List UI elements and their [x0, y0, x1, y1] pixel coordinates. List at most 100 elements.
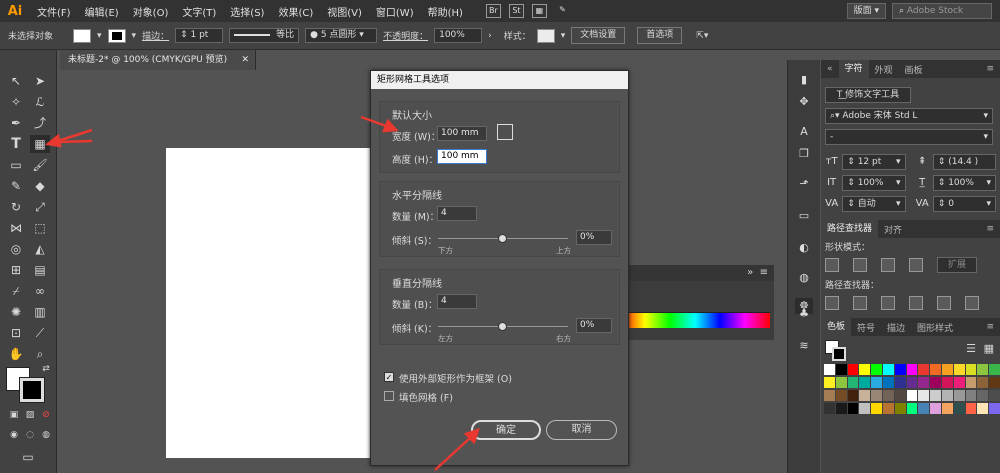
swatch[interactable]: [824, 403, 835, 414]
shaper-tool-icon[interactable]: ✎: [6, 177, 26, 195]
swatch[interactable]: [894, 403, 906, 414]
slice-tool-icon[interactable]: ⟋: [30, 324, 50, 342]
height-input[interactable]: 100 mm: [437, 149, 487, 164]
vertical-scale-field[interactable]: ⇕ 100% ▾: [842, 174, 906, 191]
ok-button[interactable]: 确定: [471, 420, 541, 440]
menu-object[interactable]: 对象(O): [126, 4, 176, 19]
swatch[interactable]: [965, 364, 977, 375]
selection-tool-icon[interactable]: ↖: [6, 72, 26, 90]
font-family-field[interactable]: ⌕▾ Adobe 宋体 Std L ▾: [825, 107, 993, 124]
swatch[interactable]: [918, 390, 930, 401]
swatch[interactable]: [847, 364, 859, 375]
swatch[interactable]: [977, 377, 989, 388]
stroke-swatch[interactable]: [107, 28, 126, 43]
layers-icon[interactable]: ≋: [795, 338, 813, 354]
blend-tool-icon[interactable]: ∞: [30, 282, 50, 300]
cancel-button[interactable]: 取消: [546, 420, 617, 440]
exclude-icon[interactable]: [909, 258, 923, 272]
graphic-style-swatch[interactable]: [536, 28, 555, 43]
lasso-tool-icon[interactable]: ℒ: [30, 93, 50, 111]
stock-button[interactable]: St: [508, 4, 524, 18]
swatch[interactable]: [894, 377, 906, 388]
touch-type-tool-button[interactable]: T͟ 修饰文字工具: [825, 86, 911, 103]
panel-collapse-icon[interactable]: «: [821, 64, 839, 74]
opacity-label[interactable]: 不透明度：: [383, 29, 428, 42]
swatch[interactable]: [989, 403, 1000, 414]
free-transform-tool-icon[interactable]: ⬚: [30, 219, 50, 237]
stroke-color-box[interactable]: [19, 377, 45, 403]
variable-width-profile[interactable]: 等比: [229, 28, 300, 43]
symbol-sprayer-tool-icon[interactable]: ✺: [6, 303, 26, 321]
tab-pathfinder[interactable]: 路径查找器: [821, 220, 879, 238]
swatch[interactable]: [859, 364, 871, 375]
swatch[interactable]: [918, 377, 930, 388]
list-view-icon[interactable]: ☰: [966, 342, 976, 355]
tab-artboards[interactable]: 画板: [899, 63, 929, 76]
tab-stroke[interactable]: 描边: [881, 321, 911, 334]
tab-graphic-styles[interactable]: 图形样式: [911, 321, 959, 334]
swatch[interactable]: [965, 390, 977, 401]
scale-tool-icon[interactable]: ⤢: [30, 198, 50, 216]
swatch[interactable]: [930, 390, 941, 401]
tracking-field[interactable]: ⇕ 0 ▾: [932, 195, 996, 212]
swatch[interactable]: [906, 364, 918, 375]
character-icon[interactable]: A: [795, 124, 813, 140]
artboard-tool-icon[interactable]: ⊡: [6, 324, 26, 342]
stroke-dropdown-icon[interactable]: ▾: [132, 31, 137, 41]
swatch[interactable]: [918, 364, 930, 375]
style-dropdown-icon[interactable]: ▾: [561, 31, 566, 41]
tab-character[interactable]: 字符: [838, 60, 869, 78]
vertical-skew-input[interactable]: 0%: [576, 318, 612, 333]
gpu-performance-icon[interactable]: ✎: [555, 4, 570, 18]
curvature-tool-icon[interactable]: ⤴: [30, 114, 50, 132]
rectangle-tool-icon[interactable]: ▭: [6, 156, 26, 174]
tab-align[interactable]: 对齐: [878, 223, 908, 236]
gradient-panel-header[interactable]: » ≡: [616, 265, 774, 281]
swatch[interactable]: [835, 390, 847, 401]
swatch[interactable]: [906, 377, 918, 388]
outline-icon[interactable]: [937, 296, 951, 310]
horizontal-skew-thumb[interactable]: [498, 234, 507, 243]
swatch-stroke-preview[interactable]: [832, 347, 846, 361]
swatch[interactable]: [906, 390, 918, 401]
swatch[interactable]: [835, 403, 847, 414]
artboard[interactable]: [166, 148, 373, 458]
swatch[interactable]: [977, 403, 989, 414]
divide-icon[interactable]: [825, 296, 839, 310]
pen-tool-icon[interactable]: ✒: [6, 114, 26, 132]
swatch[interactable]: [871, 403, 882, 414]
pathfinder-menu-icon[interactable]: ≡: [980, 224, 1000, 234]
swatch[interactable]: [930, 364, 941, 375]
minus-front-icon[interactable]: [853, 258, 867, 272]
swatch[interactable]: [930, 377, 941, 388]
swatch[interactable]: [941, 403, 953, 414]
menu-view[interactable]: 视图(V): [320, 4, 369, 19]
swatch[interactable]: [824, 377, 835, 388]
direct-selection-tool-icon[interactable]: ➤: [30, 72, 50, 90]
swatch[interactable]: [918, 403, 930, 414]
swatch[interactable]: [977, 390, 989, 401]
draw-inside-icon[interactable]: ◍: [36, 426, 56, 444]
arrange-icon[interactable]: ⇱▾: [696, 31, 708, 41]
swatch[interactable]: [882, 390, 894, 401]
horizontal-count-input[interactable]: 4: [437, 206, 477, 221]
swatch[interactable]: [953, 364, 965, 375]
menu-type[interactable]: 文字(T): [175, 4, 223, 19]
swatch[interactable]: [953, 390, 965, 401]
bridge-button[interactable]: Br: [485, 4, 501, 18]
tab-swatches[interactable]: 色板: [821, 318, 852, 336]
fill-grid-label[interactable]: 填色网格 (F): [399, 390, 453, 404]
swatch[interactable]: [894, 390, 906, 401]
swatch[interactable]: [989, 377, 1000, 388]
vertical-skew-thumb[interactable]: [498, 322, 507, 331]
properties-icon[interactable]: ❐: [795, 146, 813, 162]
swatch[interactable]: [859, 377, 871, 388]
swatch[interactable]: [989, 364, 1000, 375]
magic-wand-tool-icon[interactable]: ✧: [6, 93, 26, 111]
swatch[interactable]: [847, 377, 859, 388]
swatch[interactable]: [965, 377, 977, 388]
swatch[interactable]: [882, 403, 894, 414]
transparency-icon[interactable]: ◐: [795, 240, 813, 256]
swatch[interactable]: [989, 390, 1000, 401]
vertical-count-input[interactable]: 4: [437, 294, 477, 309]
